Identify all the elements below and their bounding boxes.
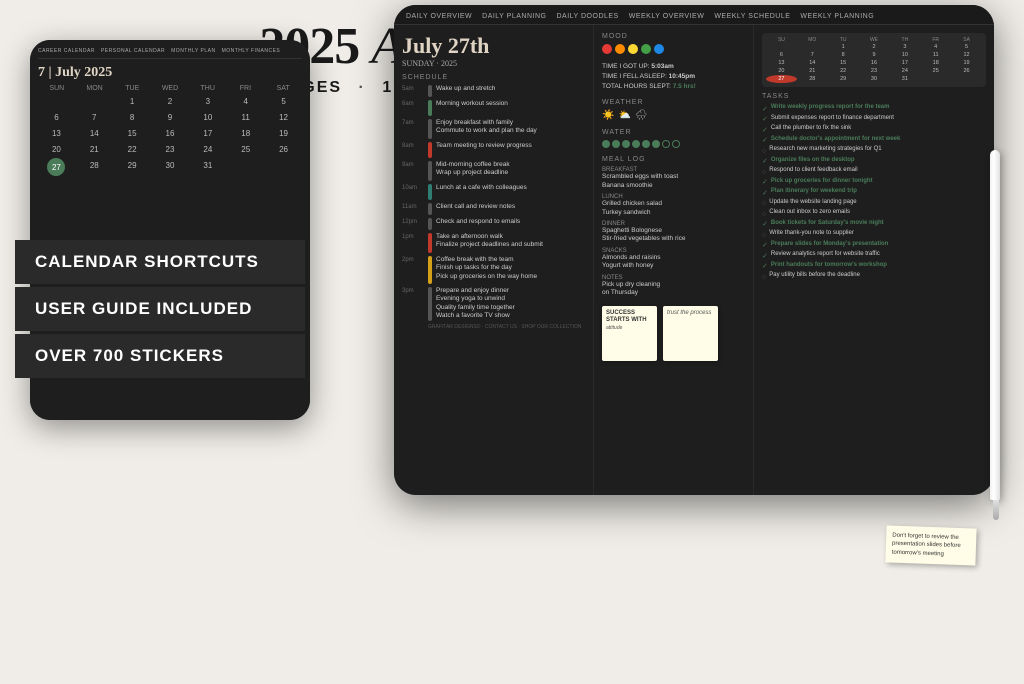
task-7: ○ Respond to client feedback email bbox=[762, 167, 986, 176]
task-13: ○ Write thank-you note to supplier bbox=[762, 230, 986, 239]
meal-notes: NOTES Pick up dry cleaningon Thursday bbox=[602, 275, 745, 298]
meal-log-section: MEAL LOG BREAKFAST Scrambled eggs with t… bbox=[602, 156, 745, 297]
task-5: ○ Research new marketing strategies for … bbox=[762, 146, 986, 155]
task-12: ✓ Book tickets for Saturday's movie nigh… bbox=[762, 220, 986, 229]
sched-5am: 5am Wake up and stretch bbox=[402, 85, 585, 97]
left-tablet-date: 7 | July 2025 bbox=[38, 65, 302, 81]
sched-9am: 9am Mid-morning coffee breakWrap up proj… bbox=[402, 161, 585, 181]
feature-badges: CALENDAR SHORTCUTS USER GUIDE INCLUDED O… bbox=[15, 240, 305, 381]
meal-lunch: LUNCH Grilled chicken saladTurkey sandwi… bbox=[602, 194, 745, 217]
task-9: ✓ Plan itinerary for weekend trip bbox=[762, 188, 986, 197]
monthly-calendar-grid: SUN MON TUE WED THU FRI SAT 1 2 3 4 5 6 … bbox=[38, 85, 302, 176]
badge-stickers: OVER 700 STICKERS bbox=[15, 334, 305, 378]
sched-11am: 11am Client call and review notes bbox=[402, 203, 585, 215]
sched-12pm: 12pm Check and respond to emails bbox=[402, 218, 585, 230]
sched-1pm: 1pm Take an afternoon walkFinalize proje… bbox=[402, 233, 585, 253]
planner-tasks-col: SU MO TU WE TH FR SA 1 2 3 4 bbox=[754, 25, 994, 495]
planner-schedule-col: July 27th SUNDAY · 2025 SCHEDULE 5am Wak… bbox=[394, 25, 594, 495]
sleep-stats-section: TIME I GOT UP: 5:03am TIME I FELL ASLEEP… bbox=[602, 62, 745, 91]
planner-nav: DAILY OVERVIEW DAILY PLANNING DAILY DOOD… bbox=[394, 5, 994, 25]
task-15: ✓ Review analytics report for website tr… bbox=[762, 251, 986, 260]
tasks-section: TASKS ✓ Write weekly progress report for… bbox=[762, 93, 986, 283]
sched-footer: GRAFITAR DESIGNS© · CONTACT US · SHOP OU… bbox=[402, 324, 585, 331]
mini-calendar: SU MO TU WE TH FR SA 1 2 3 4 bbox=[762, 33, 986, 87]
task-14: ✓ Prepare slides for Monday's presentati… bbox=[762, 241, 986, 250]
sched-2pm: 2pm Coffee break with the teamFinish up … bbox=[402, 256, 585, 284]
planner-date: July 27th SUNDAY · 2025 bbox=[402, 33, 585, 68]
badge-calendar-shortcuts: CALENDAR SHORTCUTS bbox=[15, 240, 305, 284]
meal-breakfast: BREAKFAST Scrambled eggs with toastBanan… bbox=[602, 167, 745, 190]
task-8: ✓ Pick up groceries for dinner tonight bbox=[762, 178, 986, 187]
sched-7am: 7am Enjoy breakfast with familyCommute t… bbox=[402, 119, 585, 139]
task-17: ○ Pay utility bills before the deadline bbox=[762, 272, 986, 281]
right-tablet: DAILY OVERVIEW DAILY PLANNING DAILY DOOD… bbox=[394, 5, 994, 495]
note-card-trust: trust the process bbox=[663, 306, 718, 361]
meal-dinner: DINNER Spaghetti BologneseStir-fried veg… bbox=[602, 221, 745, 244]
planner-mid-col: MOOD TIME I GOT UP: 5:03am TI bbox=[594, 25, 754, 495]
note-cards: SUCCESS STARTS WITH attitude trust the p… bbox=[602, 306, 745, 361]
sched-6am: 6am Morning workout session bbox=[402, 100, 585, 116]
mood-section: MOOD bbox=[602, 33, 745, 54]
note-card-success: SUCCESS STARTS WITH attitude bbox=[602, 306, 657, 361]
badge-user-guide: USER GUIDE INCLUDED bbox=[15, 287, 305, 331]
sched-3pm: 3pm Prepare and enjoy dinnerEvening yoga… bbox=[402, 287, 585, 321]
sched-10am: 10am Lunch at a cafe with colleagues bbox=[402, 184, 585, 200]
meal-snacks: SNACKS Almonds and raisinsYogurt with ho… bbox=[602, 248, 745, 271]
left-tablet-nav: CAREER CALENDAR PERSONAL CALENDAR MONTHL… bbox=[38, 48, 302, 59]
task-2: ✓ Submit expenses report to finance depa… bbox=[762, 115, 986, 124]
task-1: ✓ Write weekly progress report for the t… bbox=[762, 104, 986, 113]
weather-section: WEATHER ☀️ ⛅ 🌧 bbox=[602, 99, 745, 121]
task-4: ✓ Schedule doctor's appointment for next… bbox=[762, 136, 986, 145]
task-16: ✓ Print handouts for tomorrow's workshop bbox=[762, 262, 986, 271]
task-6: ✓ Organize files on the desktop bbox=[762, 157, 986, 166]
task-3: ✓ Call the plumber to fix the sink bbox=[762, 125, 986, 134]
task-11: ○ Clean out inbox to zero emails bbox=[762, 209, 986, 218]
sched-8am: 8am Team meeting to review progress bbox=[402, 142, 585, 158]
water-section: WATER bbox=[602, 129, 745, 148]
sticky-note: Don't forget to review the presentation … bbox=[885, 525, 976, 565]
task-10: ○ Update the website landing page bbox=[762, 199, 986, 208]
stylus bbox=[990, 150, 1002, 530]
subtitle-dot1: · bbox=[359, 79, 366, 96]
